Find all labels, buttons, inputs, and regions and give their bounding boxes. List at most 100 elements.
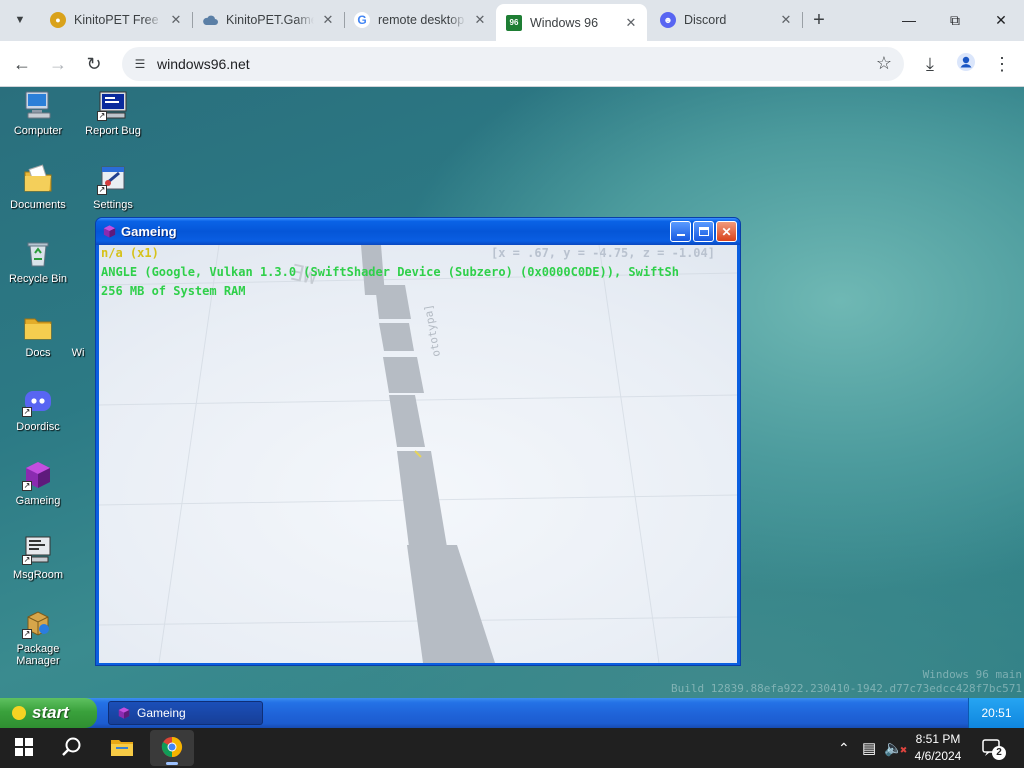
google-icon: G bbox=[354, 12, 370, 28]
desktop-icon-gameing[interactable]: ↗ Gameing bbox=[0, 459, 76, 507]
windows-start-button[interactable] bbox=[2, 730, 46, 766]
windows96-icon: 96 bbox=[506, 14, 522, 31]
downloads-button[interactable]: ⤓ bbox=[916, 50, 944, 78]
desktop-icon-settings[interactable]: ↗ Settings bbox=[75, 163, 151, 211]
back-button[interactable]: ← bbox=[8, 50, 36, 78]
notification-count-badge: 2 bbox=[992, 746, 1006, 760]
tab-search-button[interactable]: ▼ bbox=[8, 8, 32, 32]
close-tab-icon[interactable]: ✕ bbox=[778, 12, 794, 28]
browser-menu-button[interactable]: ⋮ bbox=[988, 50, 1016, 78]
desktop-icon-recycle-bin[interactable]: Recycle Bin bbox=[0, 237, 76, 285]
shortcut-arrow-icon: ↗ bbox=[97, 185, 107, 195]
hud-memory-line: 256 MB of System RAM bbox=[101, 284, 246, 298]
taskbar-item-label: Gameing bbox=[137, 706, 186, 720]
build-line-2: Build 12839.88efa922.230410-1942.d77c73e… bbox=[671, 682, 1022, 695]
url-text: windows96.net bbox=[157, 56, 250, 72]
gameing-window[interactable]: Gameing ✕ ƎW [ɐdʎʇoʇo n/a (x1) [x = .67,… bbox=[95, 217, 741, 666]
report-bug-icon: ↗ bbox=[97, 89, 129, 121]
tab-windows96[interactable]: 96 Windows 96 ✕ bbox=[496, 4, 647, 41]
hud-renderer-line: ANGLE (Google, Vulkan 1.3.0 (SwiftShader… bbox=[101, 265, 679, 279]
win96-taskbar: start Gameing 20:51 bbox=[0, 698, 1024, 728]
minimize-icon: — bbox=[902, 12, 916, 28]
notification-center-button[interactable]: 2 bbox=[982, 728, 1006, 768]
address-bar[interactable]: ☰ windows96.net ☆ bbox=[122, 47, 904, 81]
close-window-button[interactable]: ✕ bbox=[978, 0, 1024, 40]
desktop-icon-package-manager[interactable]: ↗ Package Manager bbox=[0, 607, 76, 667]
start-button[interactable]: start bbox=[0, 698, 97, 728]
chrome-taskbar-button[interactable] bbox=[150, 730, 194, 766]
window-close-button[interactable]: ✕ bbox=[716, 221, 737, 242]
win96-clock-text: 20:51 bbox=[981, 706, 1012, 720]
win96-tray-clock[interactable]: 20:51 bbox=[968, 698, 1024, 728]
window-titlebar[interactable]: Gameing ✕ bbox=[96, 218, 740, 245]
network-icon: ▤ bbox=[862, 740, 877, 757]
folder-icon bbox=[22, 311, 54, 343]
close-icon: ✕ bbox=[721, 224, 732, 239]
gameing-cube-icon: ↗ bbox=[22, 459, 54, 491]
documents-folder-icon bbox=[22, 163, 54, 195]
reload-icon: ↻ bbox=[86, 53, 102, 74]
close-tab-icon[interactable]: ✕ bbox=[320, 12, 336, 28]
close-tab-icon[interactable]: ✕ bbox=[623, 15, 639, 31]
desktop-icon-computer[interactable]: Computer bbox=[0, 89, 76, 137]
new-tab-button[interactable]: + bbox=[807, 8, 831, 32]
site-info-icon[interactable]: ☰ bbox=[130, 54, 150, 74]
game-scene: ƎW [ɐdʎʇoʇo bbox=[99, 245, 737, 663]
close-tab-icon[interactable]: ✕ bbox=[472, 12, 488, 28]
file-explorer-icon bbox=[110, 737, 134, 760]
bookmark-star-icon[interactable]: ☆ bbox=[876, 53, 892, 74]
search-icon bbox=[61, 736, 83, 761]
discord-icon: ☻ bbox=[660, 12, 676, 28]
minimize-icon bbox=[676, 234, 685, 236]
hud-coordinates: [x = .67, y = -4.75, z = -1.04] bbox=[491, 246, 715, 260]
desktop-icon-doordisc[interactable]: ↗ Doordisc bbox=[0, 385, 76, 433]
desktop-icon-documents[interactable]: Documents bbox=[0, 163, 76, 211]
tab-title: KinitoPET.Game bbox=[226, 13, 314, 27]
file-explorer-button[interactable] bbox=[100, 730, 144, 766]
minimize-window-button[interactable]: — bbox=[886, 0, 932, 40]
game-viewport[interactable]: ƎW [ɐdʎʇoʇo n/a (x1) [x = .67, y = -4.75… bbox=[99, 245, 737, 663]
chevron-up-icon: ⌃ bbox=[838, 739, 850, 756]
profile-avatar-icon bbox=[956, 52, 976, 77]
tab-kinitopet-free[interactable]: ● KinitoPET Free ✕ bbox=[40, 5, 192, 35]
hud-fps-line: n/a (x1) bbox=[101, 246, 159, 260]
gameing-cube-icon bbox=[102, 224, 117, 239]
restore-icon: ⧉ bbox=[950, 11, 960, 28]
window-minimize-button[interactable] bbox=[670, 221, 691, 242]
tab-kinitopet-game[interactable]: KinitoPET.Game ✕ bbox=[192, 5, 344, 35]
shortcut-arrow-icon: ↗ bbox=[97, 111, 107, 121]
window-maximize-button[interactable] bbox=[693, 221, 714, 242]
msgroom-icon: ↗ bbox=[22, 533, 54, 565]
desktop-icon-msgroom[interactable]: ↗ MsgRoom bbox=[0, 533, 76, 581]
maximize-icon bbox=[698, 227, 709, 236]
windows-search-button[interactable] bbox=[50, 730, 94, 766]
tab-title: KinitoPET Free bbox=[74, 13, 159, 27]
profile-button[interactable] bbox=[952, 50, 980, 78]
network-status-button[interactable]: ▤ bbox=[862, 728, 876, 768]
plus-icon: + bbox=[813, 8, 825, 31]
start-logo-icon bbox=[12, 706, 26, 720]
gameing-cube-icon bbox=[117, 706, 131, 720]
show-hidden-icons-button[interactable]: ⌃ bbox=[838, 728, 850, 768]
desktop-icon-partially-hidden[interactable]: Wi bbox=[58, 347, 98, 359]
taskbar-clock[interactable]: 8:51 PM 4/6/2024 bbox=[900, 731, 976, 765]
tab-title: Discord bbox=[684, 13, 727, 27]
windows-taskbar: ⌃ ▤ 🔈✖ 8:51 PM 4/6/2024 2 bbox=[0, 728, 1024, 768]
close-tab-icon[interactable]: ✕ bbox=[168, 12, 184, 28]
computer-icon bbox=[22, 89, 54, 121]
taskbar-item-gameing[interactable]: Gameing bbox=[108, 701, 263, 725]
cloud-icon bbox=[202, 12, 218, 28]
shortcut-arrow-icon: ↗ bbox=[22, 407, 32, 417]
reload-button[interactable]: ↻ bbox=[80, 50, 108, 78]
skull-icon: ● bbox=[50, 12, 66, 28]
windows-logo-icon bbox=[15, 737, 33, 759]
recycle-bin-icon bbox=[22, 237, 54, 269]
tab-remote-desktop[interactable]: G remote desktop ✕ bbox=[344, 5, 496, 35]
tab-discord[interactable]: ☻ Discord ✕ bbox=[650, 5, 802, 35]
win96-desktop: Computer ↗ Report Bug Documents ↗ Settin… bbox=[0, 87, 1024, 698]
browser-tab-strip: ▼ ● KinitoPET Free ✕ KinitoPET.Game ✕ G … bbox=[0, 0, 1024, 41]
restore-window-button[interactable]: ⧉ bbox=[932, 0, 978, 40]
forward-button[interactable]: → bbox=[44, 50, 72, 78]
tab-title: Windows 96 bbox=[530, 15, 599, 30]
desktop-icon-report-bug[interactable]: ↗ Report Bug bbox=[75, 89, 151, 137]
